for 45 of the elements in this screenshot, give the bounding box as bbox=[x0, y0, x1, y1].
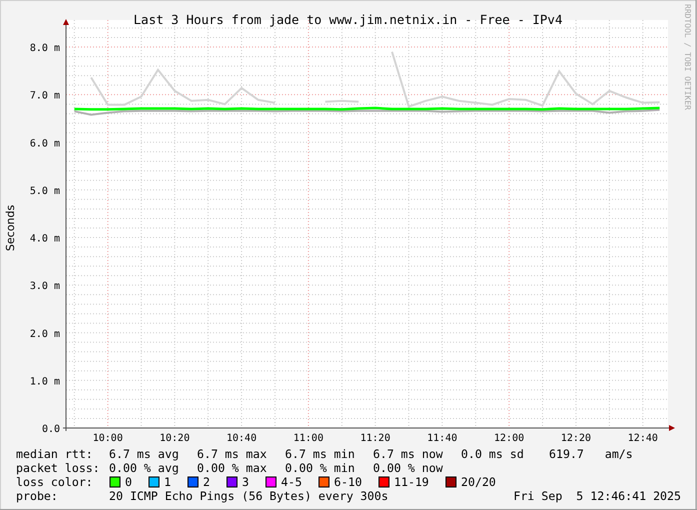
legend-label: median rtt: bbox=[16, 447, 93, 461]
tick-label: 8.0 m bbox=[30, 43, 60, 54]
tick-label: 5.0 m bbox=[30, 186, 60, 197]
chart-title: Last 3 Hours from jade to www.jim.netnix.in - Free - IPv4 bbox=[134, 12, 562, 27]
tick-label: 2.0 m bbox=[30, 328, 60, 340]
tick-label: 7.0 m bbox=[30, 90, 60, 102]
legend-value: 0.00 % max bbox=[197, 461, 267, 475]
tick-label: 11:20 bbox=[360, 433, 390, 444]
tick-label: 10:40 bbox=[226, 433, 257, 444]
legend-value: 0.00 % min bbox=[285, 461, 355, 475]
tick-label: 12:20 bbox=[560, 433, 592, 444]
legend-value: 0 bbox=[125, 475, 132, 489]
legend-value: 6-10 bbox=[334, 475, 362, 489]
legend-label: probe: bbox=[16, 489, 58, 503]
legend-value: 619.7 am/s bbox=[549, 447, 633, 461]
legend-value: 0.00 % avg bbox=[109, 461, 179, 475]
legend-value: 4-5 bbox=[281, 475, 302, 489]
tick-label: 3.0 m bbox=[30, 281, 60, 292]
legend-value: 3 bbox=[242, 475, 249, 489]
tick-label: 10:00 bbox=[92, 433, 123, 444]
legend-value: 0.0 ms sd bbox=[461, 447, 524, 461]
tick-label: 10:20 bbox=[160, 433, 190, 444]
legend-value: 6.7 ms avg bbox=[109, 447, 179, 461]
timestamp: Fri Sep 5 12:46:41 2025 bbox=[513, 489, 681, 503]
legend-value: 2 bbox=[203, 475, 210, 489]
legend-value: 6.7 ms min bbox=[285, 447, 355, 461]
legend-value: 11-19 bbox=[394, 475, 429, 489]
tick-label: 12:00 bbox=[494, 433, 524, 444]
tick-label: 11:40 bbox=[427, 433, 458, 444]
tick-label: 0.0 bbox=[42, 424, 60, 435]
legend-value: 6.7 ms max bbox=[197, 447, 267, 461]
tick-label: 6.0 m bbox=[30, 138, 60, 150]
legend-label: packet loss: bbox=[16, 461, 100, 475]
legend-value: 20 ICMP Echo Pings (56 Bytes) every 300s bbox=[109, 489, 388, 503]
tick-label: 4.0 m bbox=[30, 234, 60, 245]
tick-label: 11:00 bbox=[293, 433, 324, 444]
legend-label: loss color: bbox=[16, 475, 93, 489]
legend-value: 6.7 ms now bbox=[373, 447, 443, 461]
axis-label: Seconds bbox=[4, 204, 17, 252]
legend-value: 1 bbox=[164, 475, 171, 489]
tick-label: 1.0 m bbox=[30, 376, 60, 388]
legend-value: 20/20 bbox=[461, 475, 496, 489]
credit-text: RRDTOOL / TOBI OETIKER bbox=[683, 4, 692, 110]
tick-label: 12:40 bbox=[628, 433, 658, 444]
legend-value: 0.00 % now bbox=[373, 461, 443, 475]
